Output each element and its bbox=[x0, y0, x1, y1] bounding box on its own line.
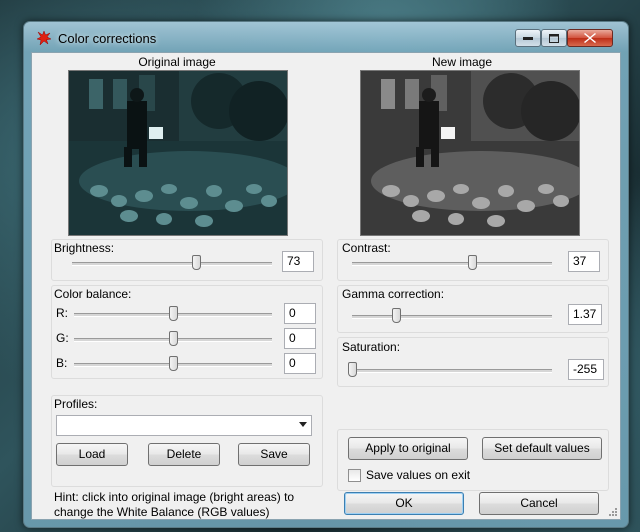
gamma-group: Gamma correction: 1.37 bbox=[337, 285, 609, 333]
gamma-slider-thumb[interactable] bbox=[392, 308, 401, 323]
gamma-value-field[interactable]: 1.37 bbox=[568, 304, 602, 325]
white-balance-hint: Hint: click into original image (bright … bbox=[54, 490, 304, 520]
set-default-values-button[interactable]: Set default values bbox=[482, 437, 602, 460]
maximize-icon bbox=[549, 33, 559, 43]
window-title: Color corrections bbox=[58, 31, 157, 46]
close-icon bbox=[584, 33, 596, 43]
saturation-value-field[interactable]: -255 bbox=[568, 359, 604, 380]
maximize-button[interactable] bbox=[541, 29, 567, 47]
gamma-track[interactable] bbox=[352, 315, 552, 319]
green-slider-thumb[interactable] bbox=[169, 331, 178, 346]
apply-to-original-button[interactable]: Apply to original bbox=[348, 437, 468, 460]
saturation-slider-thumb[interactable] bbox=[348, 362, 357, 377]
color-balance-group: Color balance: R: 0 G: 0 B: 0 bbox=[51, 285, 323, 379]
contrast-value-field[interactable]: 37 bbox=[568, 251, 600, 272]
brightness-value-field[interactable]: 73 bbox=[282, 251, 314, 272]
profiles-dropdown[interactable] bbox=[56, 415, 312, 436]
green-value-field[interactable]: 0 bbox=[284, 328, 316, 349]
minimize-icon bbox=[523, 37, 533, 40]
blue-value-field[interactable]: 0 bbox=[284, 353, 316, 374]
green-channel-label: G: bbox=[56, 331, 69, 345]
brightness-slider-thumb[interactable] bbox=[192, 255, 201, 270]
saturation-track[interactable] bbox=[352, 369, 552, 373]
minimize-button[interactable] bbox=[515, 29, 541, 47]
contrast-track[interactable] bbox=[352, 262, 552, 266]
close-button[interactable] bbox=[567, 29, 613, 47]
brightness-label: Brightness: bbox=[54, 241, 115, 255]
new-image-caption: New image bbox=[431, 55, 493, 69]
red-value-field[interactable]: 0 bbox=[284, 303, 316, 324]
resize-grip-icon[interactable] bbox=[608, 507, 618, 517]
saturation-label: Saturation: bbox=[342, 340, 401, 354]
actions-group: Apply to original Set default values Sav… bbox=[337, 429, 609, 491]
new-image bbox=[360, 70, 580, 236]
saturation-group: Saturation: -255 bbox=[337, 337, 609, 387]
contrast-slider-thumb[interactable] bbox=[468, 255, 477, 270]
load-button[interactable]: Load bbox=[56, 443, 128, 466]
original-image-caption: Original image bbox=[138, 55, 216, 69]
red-slider-thumb[interactable] bbox=[169, 306, 178, 321]
color-balance-label: Color balance: bbox=[54, 287, 132, 301]
hint-line-1: Hint: click into original image (bright … bbox=[54, 490, 295, 504]
title-bar[interactable]: Color corrections bbox=[24, 22, 628, 52]
gamma-label: Gamma correction: bbox=[342, 287, 445, 301]
save-on-exit-checkbox[interactable] bbox=[348, 469, 361, 482]
hint-line-2: change the White Balance (RGB values) bbox=[54, 505, 270, 519]
ok-button[interactable]: OK bbox=[344, 492, 464, 515]
save-on-exit-label[interactable]: Save values on exit bbox=[366, 468, 470, 482]
blue-slider-thumb[interactable] bbox=[169, 356, 178, 371]
profiles-label: Profiles: bbox=[54, 397, 98, 411]
contrast-label: Contrast: bbox=[342, 241, 391, 255]
blue-channel-label: B: bbox=[56, 356, 68, 370]
cancel-button[interactable]: Cancel bbox=[479, 492, 599, 515]
dialog-client: Original image New image Brightness: 73 … bbox=[31, 52, 621, 520]
brightness-track[interactable] bbox=[72, 262, 272, 266]
delete-button[interactable]: Delete bbox=[148, 443, 220, 466]
profiles-group: Profiles: Load Delete Save bbox=[51, 395, 323, 487]
original-image[interactable] bbox=[68, 70, 288, 236]
contrast-group: Contrast: 37 bbox=[337, 239, 609, 281]
chevron-down-icon bbox=[299, 422, 307, 427]
color-corrections-window: Color corrections Original image New ima… bbox=[23, 21, 629, 528]
color-splash-icon bbox=[36, 30, 52, 46]
brightness-group: Brightness: 73 bbox=[51, 239, 323, 281]
red-channel-label: R: bbox=[56, 306, 68, 320]
save-profile-button[interactable]: Save bbox=[238, 443, 310, 466]
